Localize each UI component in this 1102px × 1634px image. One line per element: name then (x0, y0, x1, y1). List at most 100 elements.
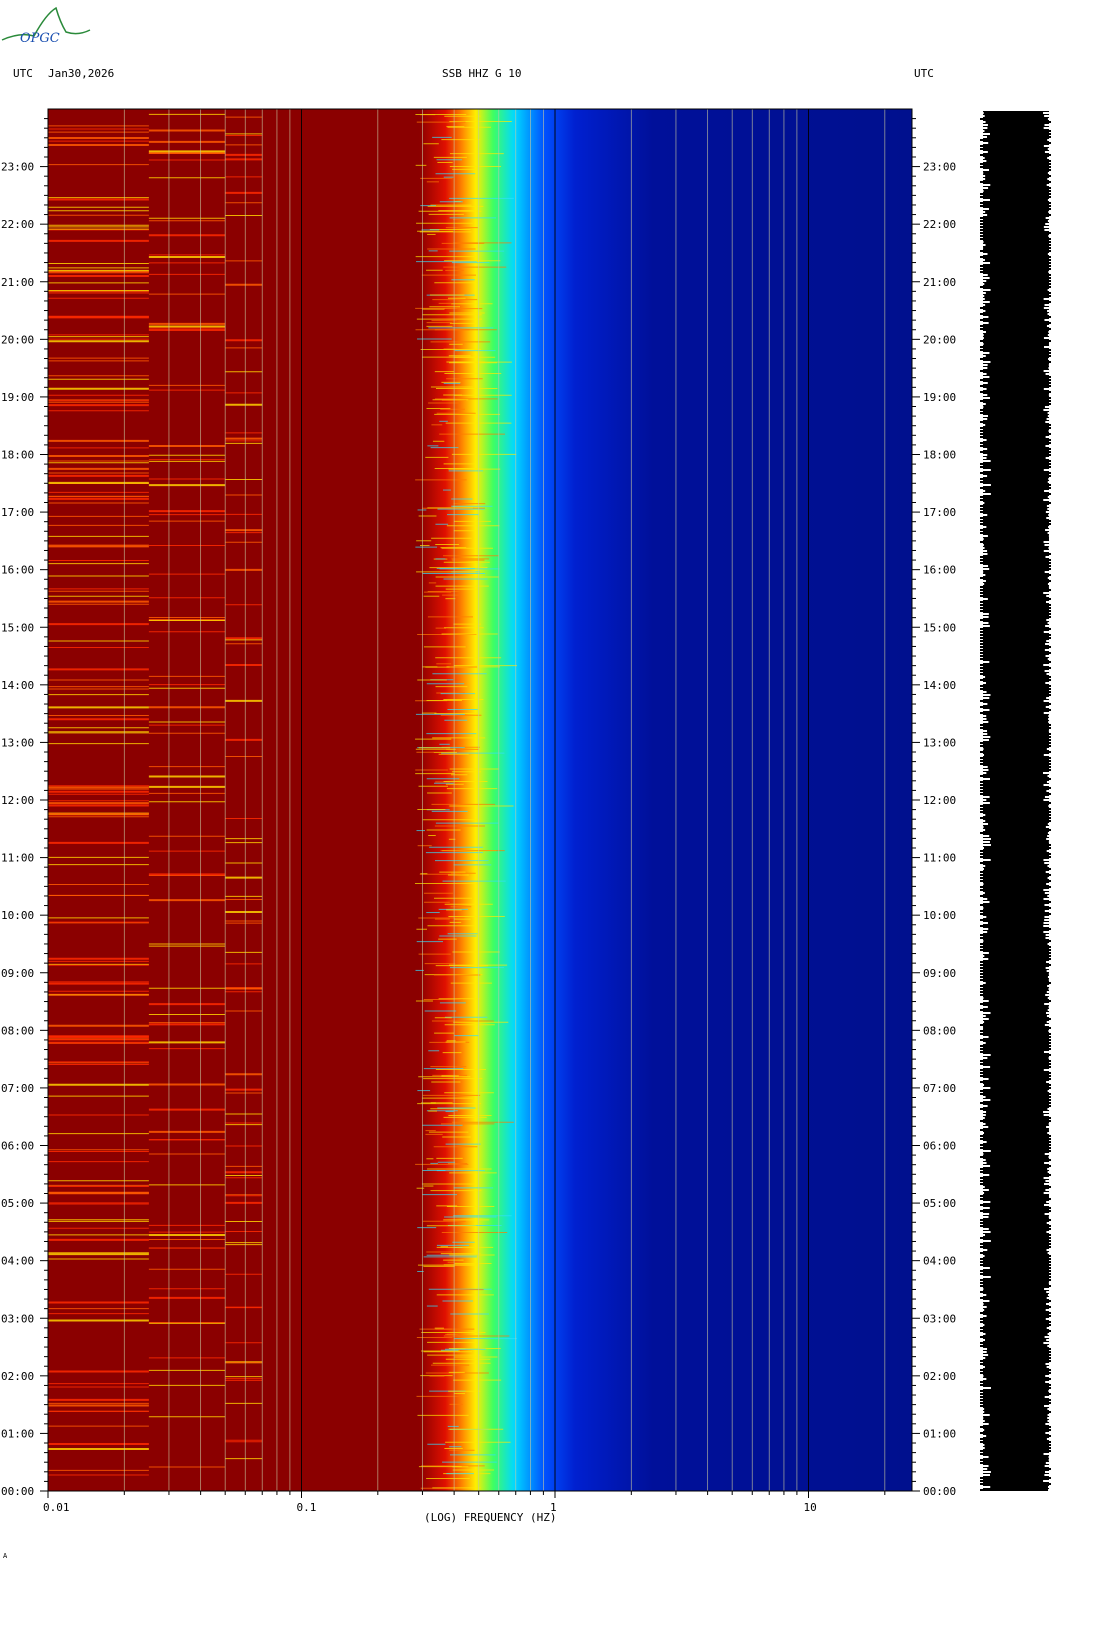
trace-edge-right (1048, 1450, 1051, 1452)
trace-edge-right (1043, 700, 1051, 702)
trace-edge-right (1048, 718, 1051, 720)
trace-edge-left (980, 124, 988, 126)
trace-edge-left (980, 895, 984, 897)
trace-edge-left (980, 1021, 985, 1023)
trace-edge-right (1043, 409, 1051, 411)
trace-edge-left (980, 1480, 986, 1482)
trace-edge-right (1047, 685, 1051, 687)
trace-edge-left (980, 1006, 988, 1008)
trace-edge-right (1048, 1459, 1051, 1461)
trace-edge-left (980, 364, 988, 366)
trace-edge-left (980, 1429, 985, 1431)
trace-edge-left (980, 1129, 986, 1131)
trace-edge-left (980, 1417, 984, 1419)
trace-edge-right (1046, 418, 1051, 420)
trace-edge-right (1043, 712, 1051, 714)
trace-edge-right (1044, 676, 1051, 678)
trace-edge-right (1048, 211, 1051, 213)
trace-edge-left (980, 1396, 989, 1398)
trace-edge-right (1044, 853, 1051, 855)
y-tick-label-right: 21:00 (923, 276, 956, 289)
trace-edge-right (1043, 889, 1051, 891)
trace-edge-left (980, 1255, 985, 1257)
trace-edge-left (980, 955, 985, 957)
trace-edge-left (980, 154, 986, 156)
trace-edge-left (980, 1054, 991, 1056)
trace-edge-right (1047, 268, 1051, 270)
trace-edge-right (1045, 238, 1051, 240)
trace-edge-right (1047, 985, 1051, 987)
trace-edge-right (1046, 1297, 1051, 1299)
trace-edge-left (980, 502, 985, 504)
trace-edge-right (1044, 1474, 1051, 1476)
trace-edge-right (1047, 286, 1051, 288)
trace-edge-right (1045, 1330, 1051, 1332)
y-tick-label-left: 21:00 (1, 276, 34, 289)
trace-edge-left (980, 1432, 986, 1434)
trace-edge-left (980, 595, 987, 597)
trace-edge-left (980, 214, 988, 216)
trace-edge-left (980, 202, 989, 204)
trace-edge-left (980, 391, 989, 393)
trace-edge-left (980, 589, 986, 591)
trace-edge-right (1047, 604, 1051, 606)
trace-edge-right (1046, 184, 1051, 186)
trace-edge-left (980, 964, 986, 966)
trace-edge-right (1045, 1426, 1051, 1428)
trace-edge-left (980, 802, 990, 804)
trace-edge-right (1048, 1267, 1051, 1269)
trace-edge-right (1048, 244, 1051, 246)
trace-edge-left (980, 406, 984, 408)
trace-edge-left (980, 727, 991, 729)
trace-edge-right (1047, 253, 1051, 255)
trace-edge-right (1047, 877, 1051, 879)
trace-edge-left (980, 346, 984, 348)
y-tick-label-right: 05:00 (923, 1197, 956, 1210)
trace-edge-left (980, 1312, 991, 1314)
y-tick-label-right: 10:00 (923, 909, 956, 922)
trace-edge-right (1043, 1360, 1051, 1362)
y-tick-label-right: 09:00 (923, 967, 956, 980)
trace-edge-right (1048, 478, 1051, 480)
trace-edge-right (1043, 550, 1051, 552)
trace-edge-left (980, 373, 987, 375)
trace-edge-left (980, 499, 991, 501)
y-tick-label-right: 19:00 (923, 391, 956, 404)
trace-edge-right (1048, 964, 1051, 966)
trace-edge-right (1048, 1123, 1051, 1125)
trace-edge-left (980, 322, 989, 324)
trace-edge-left (980, 538, 984, 540)
y-tick-label-left: 16:00 (1, 564, 34, 577)
trace-edge-left (980, 985, 987, 987)
trace-edge-right (1048, 1093, 1051, 1095)
trace-edge-right (1048, 1444, 1051, 1446)
trace-edge-right (1048, 805, 1051, 807)
trace-edge-right (1048, 1489, 1051, 1491)
trace-edge-left (980, 289, 991, 291)
trace-edge-right (1046, 781, 1051, 783)
trace-edge-right (1045, 1285, 1051, 1287)
trace-edge-left (980, 937, 988, 939)
trace-edge-left (980, 334, 984, 336)
trace-edge-right (1046, 262, 1051, 264)
trace-edge-left (980, 1288, 984, 1290)
trace-edge-left (980, 1114, 986, 1116)
trace-edge-right (1044, 1084, 1051, 1086)
trace-edge-right (1047, 928, 1051, 930)
trace-edge-left (980, 847, 984, 849)
trace-edge-right (1043, 499, 1051, 501)
trace-edge-right (1045, 871, 1051, 873)
trace-edge-right (1044, 1354, 1051, 1356)
y-tick-label-left: 22:00 (1, 218, 34, 231)
trace-edge-left (980, 766, 988, 768)
trace-edge-left (980, 772, 987, 774)
trace-edge-right (1047, 1417, 1051, 1419)
trace-edge-right (1047, 1333, 1051, 1335)
trace-edge-right (1043, 898, 1051, 900)
trace-edge-right (1048, 1456, 1051, 1458)
y-tick-label-left: 10:00 (1, 909, 34, 922)
trace-edge-left (980, 1117, 985, 1119)
trace-edge-right (1047, 334, 1051, 336)
trace-edge-right (1048, 367, 1051, 369)
trace-edge-left (980, 1135, 990, 1137)
